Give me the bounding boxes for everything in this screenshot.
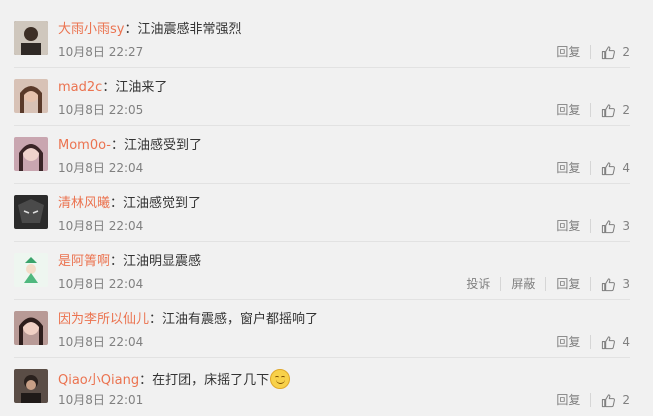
like-count: 2	[622, 103, 630, 117]
like-button[interactable]: 3	[601, 219, 630, 234]
thumbs-up-icon	[602, 393, 616, 407]
avatar[interactable]	[14, 137, 48, 171]
divider	[14, 357, 630, 358]
divider	[590, 335, 592, 349]
reply-button[interactable]: 回复	[556, 102, 580, 118]
divider	[14, 67, 630, 68]
like-button[interactable]: 3	[601, 277, 630, 292]
thumbs-up-icon	[602, 103, 616, 117]
comment-time: 10月8日 22:04	[58, 219, 144, 233]
divider	[14, 125, 630, 126]
comment-item: 清林风曦：江油感觉到了 10月8日 22:04 回复 3	[0, 194, 653, 252]
thumbs-up-icon	[602, 219, 616, 233]
comment-time: 10月8日 22:04	[58, 161, 144, 175]
comment-actions: 回复 3	[556, 218, 630, 234]
comment-time: 10月8日 22:04	[58, 277, 144, 291]
avatar[interactable]	[14, 253, 48, 287]
comment-list: 大雨小雨sy：江油震感非常强烈 10月8日 22:27 回复 2 mad2c：江…	[0, 0, 653, 416]
comment-item: Mom0o-：江油感受到了 10月8日 22:04 回复 4	[0, 136, 653, 194]
report-button[interactable]: 投诉	[466, 276, 490, 292]
divider	[14, 241, 630, 242]
like-button[interactable]: 2	[601, 45, 630, 60]
reply-button[interactable]: 回复	[556, 160, 580, 176]
like-count: 2	[622, 393, 630, 407]
comment-item: mad2c：江油来了 10月8日 22:05 回复 2	[0, 78, 653, 136]
like-count: 2	[622, 45, 630, 59]
divider	[590, 103, 592, 117]
comment-text: ：江油震感非常强烈	[124, 22, 242, 37]
divider	[590, 45, 592, 59]
comment-item: 是阿箐啊：江油明显震感 10月8日 22:04 投诉 屏蔽 回复 3	[0, 252, 653, 310]
block-button[interactable]: 屏蔽	[511, 276, 535, 292]
comment-actions: 回复 2	[556, 44, 630, 60]
like-button[interactable]: 4	[601, 335, 630, 350]
comment-text: ：江油有震感，窗户都摇响了	[149, 312, 319, 327]
like-count: 4	[622, 335, 630, 349]
username-link[interactable]: 因为李所以仙儿	[58, 312, 149, 327]
divider	[500, 277, 502, 291]
avatar[interactable]	[14, 369, 48, 403]
comment-text: ：江油感觉到了	[110, 196, 202, 211]
avatar[interactable]	[14, 311, 48, 345]
comment-actions: 投诉 屏蔽 回复 3	[466, 276, 630, 292]
divider	[590, 161, 592, 175]
comment-text: ：在打团，床摇了几下	[139, 373, 270, 388]
reply-button[interactable]: 回复	[556, 218, 580, 234]
like-count: 4	[622, 161, 630, 175]
comment-item: 因为李所以仙儿：江油有震感，窗户都摇响了 10月8日 22:04 回复 4	[0, 310, 653, 368]
comment-time: 10月8日 22:01	[58, 393, 144, 407]
username-link[interactable]: mad2c	[58, 80, 102, 95]
divider	[14, 299, 630, 300]
avatar[interactable]	[14, 21, 48, 55]
comment-time: 10月8日 22:27	[58, 45, 144, 59]
like-count: 3	[622, 277, 630, 291]
thumbs-up-icon	[602, 45, 616, 59]
comment-actions: 回复 4	[556, 334, 630, 350]
comment-item: 大雨小雨sy：江油震感非常强烈 10月8日 22:27 回复 2	[0, 20, 653, 78]
divider	[590, 277, 592, 291]
divider	[590, 393, 592, 407]
reply-button[interactable]: 回复	[556, 44, 580, 60]
reply-button[interactable]: 回复	[556, 334, 580, 350]
avatar[interactable]	[14, 79, 48, 113]
comment-text: ：江油来了	[102, 80, 168, 95]
divider	[590, 219, 592, 233]
username-link[interactable]: 清林风曦	[58, 196, 110, 211]
comment-actions: 回复 2	[556, 392, 630, 408]
thumbs-up-icon	[602, 277, 616, 291]
thumbs-up-icon	[602, 161, 616, 175]
comment-text: ：江油感受到了	[111, 138, 203, 153]
comment-time: 10月8日 22:04	[58, 335, 144, 349]
username-link[interactable]: 大雨小雨sy	[58, 22, 124, 37]
username-link[interactable]: Qiao小Qiang	[58, 373, 139, 388]
divider	[545, 277, 547, 291]
comment-actions: 回复 4	[556, 160, 630, 176]
reply-button[interactable]: 回复	[556, 392, 580, 408]
comment-text: ：江油明显震感	[110, 254, 202, 269]
comment-item: Qiao小Qiang：在打团，床摇了几下 10月8日 22:01 回复 2	[0, 368, 653, 416]
like-count: 3	[622, 219, 630, 233]
thumbs-up-icon	[602, 335, 616, 349]
like-button[interactable]: 4	[601, 161, 630, 176]
reply-button[interactable]: 回复	[556, 276, 580, 292]
divider	[14, 183, 630, 184]
like-button[interactable]: 2	[601, 393, 630, 408]
like-button[interactable]: 2	[601, 103, 630, 118]
username-link[interactable]: Mom0o-	[58, 138, 111, 153]
comment-time: 10月8日 22:05	[58, 103, 144, 117]
avatar[interactable]	[14, 195, 48, 229]
username-link[interactable]: 是阿箐啊	[58, 254, 110, 269]
comment-actions: 回复 2	[556, 102, 630, 118]
smile-emoji-icon	[270, 369, 291, 389]
